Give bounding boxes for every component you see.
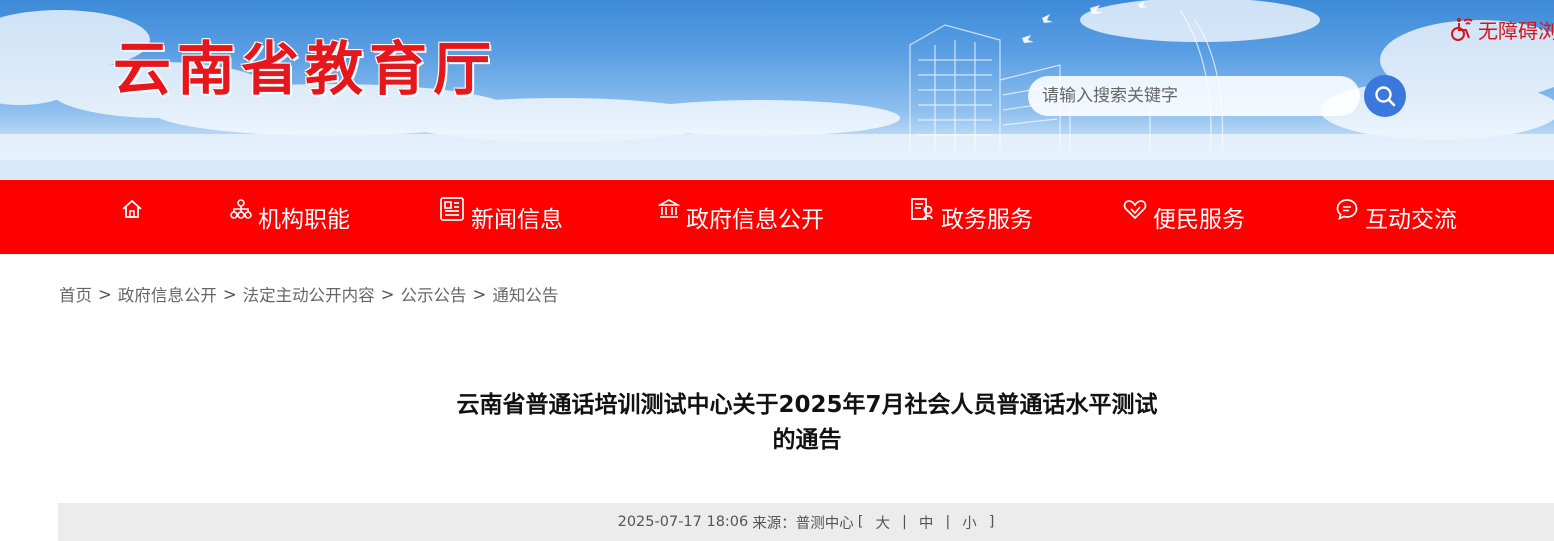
- breadcrumb-home[interactable]: 首页: [59, 282, 92, 306]
- nav-label: 机构职能: [258, 207, 350, 233]
- font-size-divider: |: [945, 514, 951, 530]
- header-banner: 云南省教育厅 无障碍浏览: [0, 0, 1554, 180]
- newspaper-icon: [440, 197, 464, 221]
- nav-label: 互动交流: [1365, 207, 1457, 233]
- wheelchair-icon: [1451, 18, 1473, 41]
- font-size-bracket-open: [: [857, 514, 864, 530]
- accessibility-label: 无障碍浏览: [1478, 18, 1554, 43]
- nav-item-gov-services[interactable]: 政务服务: [909, 180, 1033, 254]
- accessibility-link[interactable]: 无障碍浏览: [1448, 14, 1554, 44]
- chat-bubble-icon: [1336, 199, 1358, 221]
- font-size-medium-button[interactable]: 中: [917, 512, 936, 533]
- search-icon: [1375, 86, 1396, 107]
- breadcrumb-separator: >: [222, 284, 237, 304]
- service-document-icon: [911, 198, 933, 220]
- article-title-line1: 云南省普通话培训测试中心关于2025年7月社会人员普通话水平测试: [456, 392, 1158, 418]
- government-building-icon: [658, 199, 680, 218]
- font-size-bracket-close: ]: [988, 514, 995, 530]
- breadcrumb-statutory-disclosure[interactable]: 法定主动公开内容: [243, 282, 375, 306]
- nav-label: 政府信息公开: [686, 207, 824, 233]
- source-label: 来源：: [752, 515, 796, 532]
- nav-label: 便民服务: [1153, 207, 1245, 233]
- main-nav: 机构职能 新闻信息 政府信息公开 政务服务 便民服务 互动交流: [0, 180, 1554, 254]
- org-chart-icon: [230, 199, 252, 219]
- nav-item-home[interactable]: [121, 180, 149, 254]
- article-title-line2: 的通告: [772, 427, 842, 453]
- search-input[interactable]: [1028, 76, 1360, 116]
- home-icon: [122, 199, 142, 218]
- site-title[interactable]: 云南省教育厅: [113, 34, 497, 104]
- breadcrumb: 首页 > 政府信息公开 > 法定主动公开内容 > 公示公告 > 通知公告: [59, 282, 558, 306]
- publish-datetime: 2025-07-17 18:06: [617, 514, 749, 530]
- article-meta-bar: 2025-07-17 18:06 来源： 普测中心 [ 大 | 中 | 小 ]: [58, 503, 1554, 541]
- nav-label: 新闻信息: [471, 207, 563, 233]
- nav-item-gov-info[interactable]: 政府信息公开: [658, 180, 824, 254]
- breadcrumb-gov-info[interactable]: 政府信息公开: [118, 282, 217, 306]
- breadcrumb-separator: >: [380, 284, 395, 304]
- breadcrumb-separator: >: [98, 284, 112, 304]
- article-title: 云南省普通话培训测试中心关于2025年7月社会人员普通话水平测试 的通告: [420, 388, 1194, 458]
- nav-label: 政务服务: [941, 207, 1033, 233]
- font-size-divider: |: [901, 514, 907, 530]
- breadcrumb-notices[interactable]: 通知公告: [492, 282, 558, 306]
- nav-item-public-services[interactable]: 便民服务: [1123, 180, 1245, 254]
- search-button[interactable]: [1364, 75, 1406, 117]
- font-size-small-button[interactable]: 小: [960, 512, 979, 533]
- breadcrumb-separator: >: [472, 284, 487, 304]
- nav-item-organization[interactable]: 机构职能: [230, 180, 350, 254]
- heart-hand-icon: [1123, 200, 1147, 220]
- nav-item-news[interactable]: 新闻信息: [439, 180, 563, 254]
- breadcrumb-public-announcements[interactable]: 公示公告: [400, 282, 466, 306]
- font-size-large-button[interactable]: 大: [873, 512, 892, 533]
- source-value: 普测中心: [795, 515, 854, 532]
- nav-item-interaction[interactable]: 互动交流: [1335, 180, 1457, 254]
